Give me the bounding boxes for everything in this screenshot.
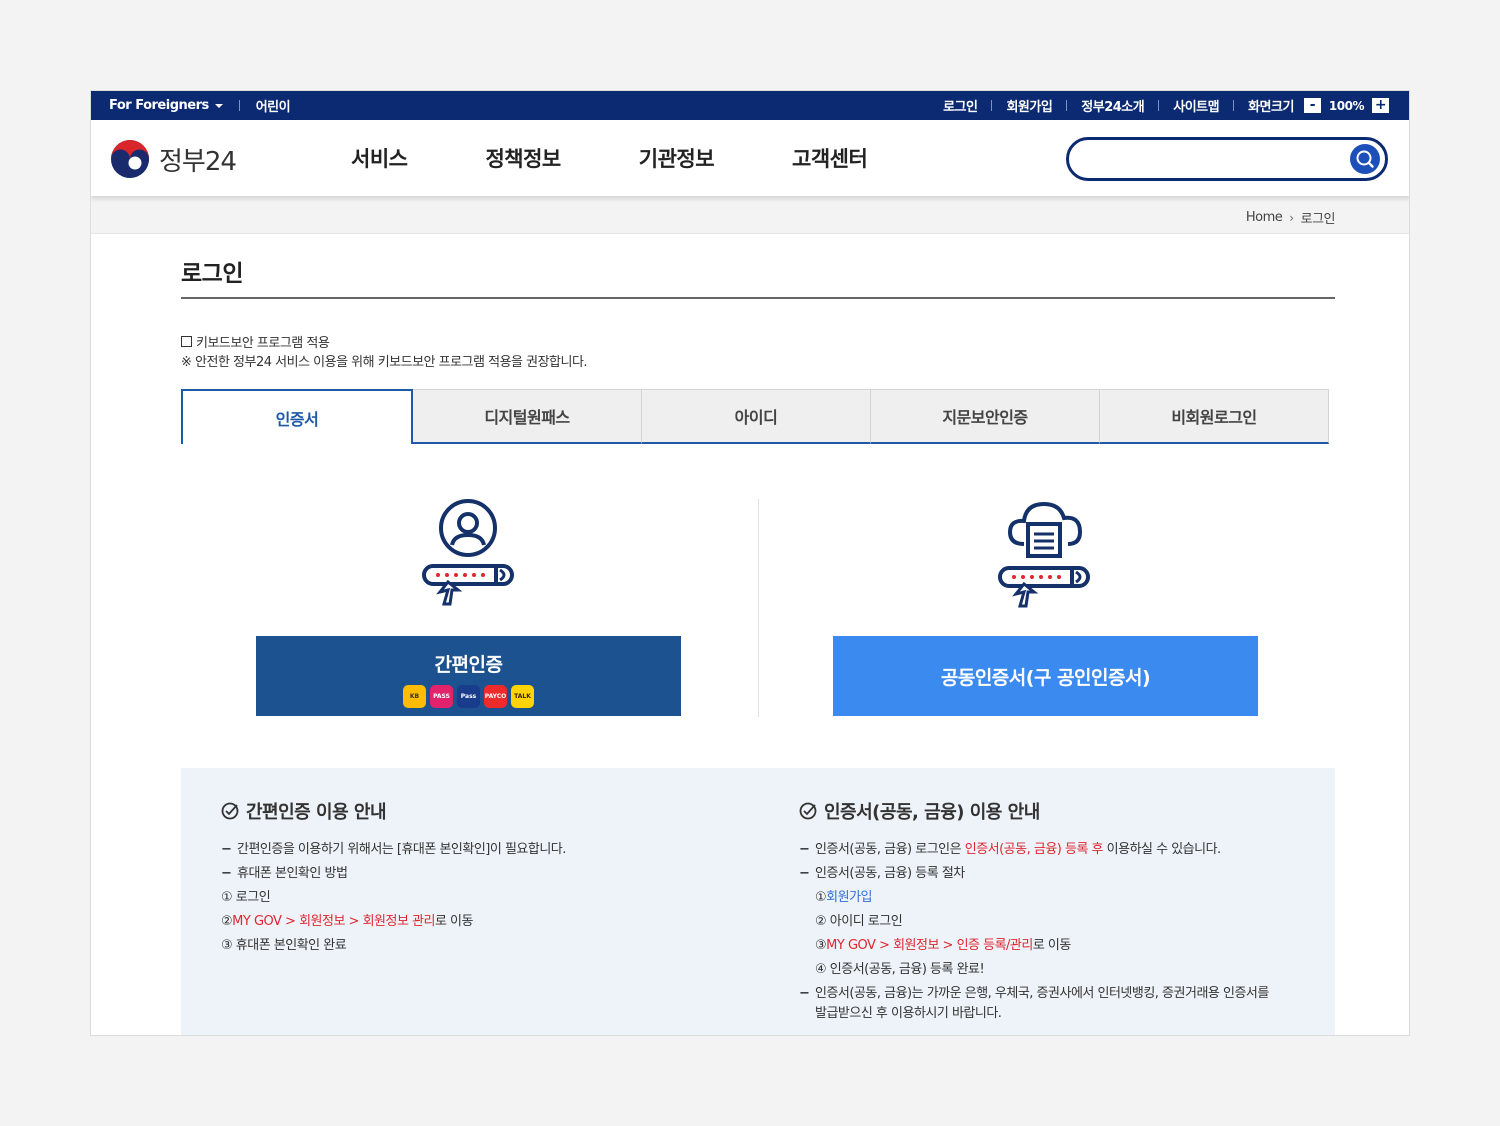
guide-text: 인증서(공동, 금융) 로그인은 — [815, 842, 965, 857]
signup-link[interactable]: 회원가입 — [1006, 96, 1052, 115]
breadcrumb: Home › 로그인 — [1246, 208, 1336, 227]
guide-step: ① 회원가입 — [799, 888, 1269, 908]
for-foreigners-label: For Foreigners — [109, 98, 209, 113]
separator — [238, 100, 240, 111]
guide-text: 인증서(공동, 금융)는 가까운 은행, 우체국, 증권사에서 인터넷뱅킹, 증… — [815, 986, 1269, 1001]
guide-text: 인증서(공동, 금융) 등록 절차 — [815, 866, 965, 881]
guide-line: − 인증서(공동, 금융) 등록 절차 — [799, 864, 1269, 884]
breadcrumb-current: 로그인 — [1300, 212, 1336, 227]
keyboard-security-note: ※ 안전한 정부24 서비스 이용을 위해 키보드보안 프로그램 적용을 권장합… — [181, 355, 588, 370]
separator — [1158, 100, 1160, 111]
kakao-icon: TALK — [511, 685, 534, 708]
taegeuk-logo-icon — [111, 140, 149, 178]
search-input[interactable] — [1087, 148, 1337, 170]
zoom-value: 100% — [1328, 98, 1365, 113]
login-link[interactable]: 로그인 — [943, 96, 978, 115]
certificate-guide: 인증서(공동, 금융) 이용 안내 − 인증서(공동, 금융) 로그인은 인증서(… — [799, 798, 1269, 1028]
check-circle-icon — [799, 802, 817, 820]
simple-auth-guide: 간편인증 이용 안내 − 간편인증을 이용하기 위해서는 [휴대폰 본인확인]이 … — [221, 798, 566, 960]
chevron-right-icon: › — [1289, 210, 1294, 225]
step-path: MY GOV > 회원정보 > 인증 등록/관리 — [826, 938, 1033, 953]
utility-bar: For Foreigners 어린이 로그인 회원가입 정부24소개 사이트맵 … — [91, 91, 1409, 120]
payco-icon: PAYCO — [484, 685, 507, 708]
step-path: MY GOV > 회원정보 > 회원정보 관리 — [232, 914, 435, 929]
guide-line: − 인증서(공동, 금융) 로그인은 인증서(공동, 금융) 등록 후 이용하실 … — [799, 842, 1222, 857]
step-number: ② — [221, 914, 233, 929]
separator — [1066, 100, 1068, 111]
simple-auth-button[interactable]: 간편인증 KB PASS Pass PAYCO TALK — [256, 636, 681, 716]
kb-icon: KB — [403, 685, 426, 708]
tab-guest-login[interactable]: 비회원로그인 — [1100, 389, 1329, 444]
separator — [1233, 100, 1235, 111]
zoom-control: - 100% + — [1303, 98, 1389, 113]
step-suffix: 로 이동 — [1032, 938, 1072, 953]
about-link[interactable]: 정부24소개 — [1081, 96, 1144, 115]
breadcrumb-bar: Home › 로그인 — [91, 196, 1409, 234]
tab-id[interactable]: 아이디 — [642, 389, 871, 444]
guide-step: ④ 인증서(공동, 금융) 등록 완료! — [815, 962, 985, 977]
search-button[interactable] — [1350, 144, 1380, 174]
nav-agency-info[interactable]: 기관정보 — [639, 143, 715, 173]
guide-text: 발급받으신 후 이용하시기 바랍니다. — [815, 1006, 1002, 1021]
search-icon — [1356, 150, 1374, 168]
guide-title-text: 간편인증 이용 안내 — [246, 802, 387, 823]
guide-title-text: 인증서(공동, 금융) 이용 안내 — [824, 802, 1040, 823]
for-foreigners-menu[interactable]: For Foreigners — [109, 98, 223, 113]
step-suffix: 로 이동 — [434, 914, 474, 929]
site-header: 정부24 서비스 정책정보 기관정보 고객센터 — [91, 120, 1409, 196]
caret-down-icon — [214, 103, 223, 108]
tab-fingerprint[interactable]: 지문보안인증 — [871, 389, 1100, 444]
login-tabs: 인증서 디지털원패스 아이디 지문보안인증 비회원로그인 — [181, 389, 1329, 444]
guide-step: ② 아이디 로그인 — [815, 914, 903, 929]
simple-auth-guide-title: 간편인증 이용 안내 — [221, 798, 566, 824]
usage-guide-box: 간편인증 이용 안내 − 간편인증을 이용하기 위해서는 [휴대폰 본인확인]이 … — [181, 768, 1335, 1035]
guide-step: ③ MY GOV > 회원정보 > 인증 등록/관리 로 이동 — [799, 936, 1269, 956]
page-title: 로그인 — [181, 261, 243, 287]
pass-red-icon: PASS — [430, 685, 453, 708]
separator — [991, 100, 993, 111]
guide-line: − 인증서(공동, 금융)는 가까운 은행, 우체국, 증권사에서 인터넷뱅킹, … — [799, 986, 1269, 1021]
browser-frame: For Foreigners 어린이 로그인 회원가입 정부24소개 사이트맵 … — [90, 90, 1410, 1036]
search-box — [1066, 137, 1388, 181]
guide-text: 휴대폰 본인확인 방법 — [237, 866, 348, 881]
sitemap-link[interactable]: 사이트맵 — [1173, 96, 1219, 115]
site-logo[interactable]: 정부24 — [109, 138, 237, 180]
panel-divider — [758, 499, 759, 717]
nav-policy-info[interactable]: 정책정보 — [485, 143, 561, 173]
tab-digital-onepass[interactable]: 디지털원패스 — [413, 389, 642, 444]
auth-provider-icons: KB PASS Pass PAYCO TALK — [256, 685, 681, 708]
certificate-guide-title: 인증서(공동, 금융) 이용 안내 — [799, 798, 1269, 824]
check-circle-icon — [221, 802, 239, 820]
zoom-out-button[interactable]: - — [1303, 98, 1321, 113]
keyboard-security-label: 키보드보안 프로그램 적용 — [196, 336, 330, 351]
nav-customer-center[interactable]: 고객센터 — [792, 143, 868, 173]
title-divider — [181, 297, 1335, 299]
main-nav: 서비스 정책정보 기관정보 고객센터 — [351, 120, 945, 196]
nav-services[interactable]: 서비스 — [351, 143, 408, 173]
guide-step: ① 로그인 — [221, 890, 271, 905]
guide-text: 이용하실 수 있습니다. — [1103, 842, 1222, 857]
guide-text: 간편인증을 이용하기 위해서는 [휴대폰 본인확인]이 필요합니다. — [237, 842, 566, 857]
step-number: ① — [815, 890, 827, 905]
step-number: ③ — [815, 938, 827, 953]
keyboard-security-checkbox[interactable] — [181, 336, 192, 347]
kids-link[interactable]: 어린이 — [256, 96, 291, 115]
person-key-icon — [422, 499, 514, 606]
signup-step-link[interactable]: 회원가입 — [826, 888, 872, 908]
zoom-in-button[interactable]: + — [1372, 98, 1389, 113]
simple-auth-label: 간편인증 — [434, 654, 503, 676]
logo-text: 정부24 — [159, 146, 237, 177]
guide-line: − 휴대폰 본인확인 방법 — [221, 864, 566, 884]
keyboard-security-option: 키보드보안 프로그램 적용 — [181, 332, 330, 351]
guide-step: ② MY GOV > 회원정보 > 회원정보 관리 로 이동 — [221, 912, 566, 932]
cloud-certificate-icon — [998, 501, 1090, 608]
guide-highlight: 인증서(공동, 금융) 등록 후 — [964, 842, 1104, 857]
breadcrumb-home[interactable]: Home — [1246, 210, 1283, 225]
joint-certificate-button[interactable]: 공동인증서(구 공인인증서) — [833, 636, 1258, 716]
zoom-label: 화면크기 — [1248, 100, 1294, 115]
guide-step: ③ 휴대폰 본인확인 완료 — [221, 938, 347, 953]
pass-blue-icon: Pass — [457, 685, 480, 708]
tab-certificate[interactable]: 인증서 — [181, 389, 413, 444]
guide-line: − 간편인증을 이용하기 위해서는 [휴대폰 본인확인]이 필요합니다. — [221, 840, 566, 860]
